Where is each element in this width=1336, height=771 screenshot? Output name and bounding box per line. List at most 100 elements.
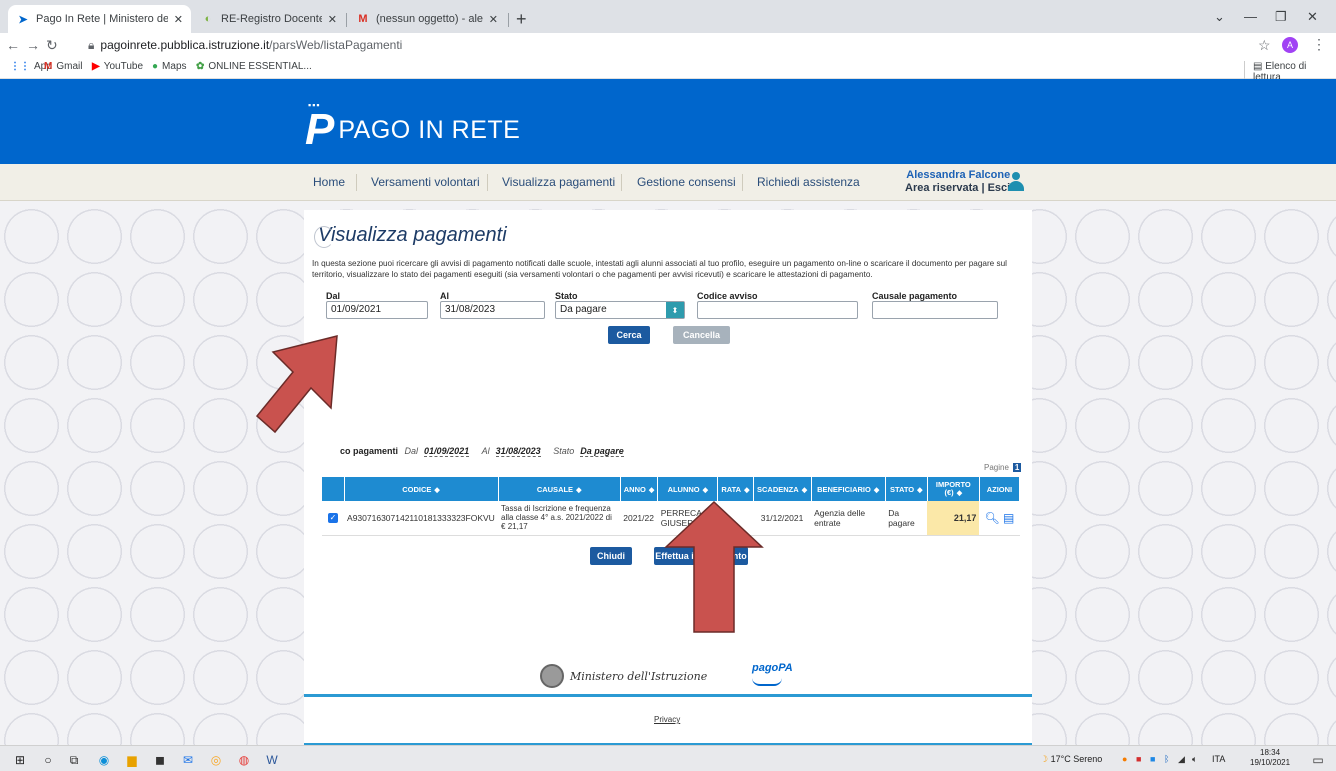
address-bar-row: ← → ↻ 🔒︎ pagoinrete.pubblica.istruzione.i… — [0, 33, 1336, 57]
menu-icon[interactable]: ⋮ — [1312, 36, 1326, 53]
th-alunno[interactable]: ALUNNO ◆ — [657, 477, 719, 501]
document-icon[interactable]: ▤ — [1003, 511, 1014, 525]
edge-icon[interactable]: ◉ — [96, 752, 112, 768]
nav-versamenti-volontari[interactable]: Versamenti volontari — [371, 175, 480, 189]
forward-icon[interactable]: → — [26, 37, 40, 53]
user-icon[interactable] — [1008, 172, 1024, 192]
logo-p-icon: P — [305, 105, 335, 154]
row-checkbox-cell: ✓ — [322, 501, 345, 536]
th-stato[interactable]: STATO ◆ — [885, 477, 928, 501]
bookmark-gmail[interactable]: M Gmail — [44, 61, 82, 72]
user-name[interactable]: Alessandra Falcone — [905, 169, 1010, 182]
nav-visualizza-pagamenti[interactable]: Visualizza pagamenti — [502, 175, 615, 189]
app-icon[interactable]: ◎ — [208, 752, 224, 768]
close-tab-icon[interactable]: ✕ — [489, 13, 498, 26]
filter-dal-value: 01/09/2021 — [424, 446, 470, 457]
word-icon[interactable]: W — [264, 752, 280, 768]
bookmark-label: Maps — [162, 61, 187, 72]
ministero-name: Ministero dell'Istruzione — [570, 669, 708, 683]
row-checkbox[interactable]: ✓ — [328, 513, 339, 524]
bookmark-label: YouTube — [103, 61, 143, 72]
ministero-logo[interactable]: Ministero dell'Istruzione — [540, 664, 707, 688]
th-scadenza[interactable]: SCADENZA ◆ — [753, 477, 812, 501]
tab-separator — [508, 13, 509, 27]
bookmark-label: ONLINE ESSENTIAL... — [208, 61, 312, 72]
network-icon[interactable]: ◢ — [1178, 754, 1185, 765]
volume-icon[interactable]: 🔈︎ — [1192, 754, 1197, 765]
bookmark-star-icon[interactable]: ☆ — [1258, 37, 1271, 54]
close-tab-icon[interactable]: ✕ — [174, 13, 183, 26]
bookmark-online-essential[interactable]: ✿ ONLINE ESSENTIAL... — [196, 61, 312, 72]
back-icon[interactable]: ← — [6, 37, 20, 53]
tab-search-icon[interactable]: ⌄ — [1214, 9, 1225, 25]
privacy-link[interactable]: Privacy — [654, 715, 680, 724]
th-anno[interactable]: ANNO ◆ — [620, 477, 659, 501]
pagopa-logo[interactable]: pagoPA — [752, 662, 793, 674]
notifications-icon[interactable]: ▭ — [1310, 752, 1326, 768]
search-button[interactable]: Cerca — [608, 326, 650, 344]
search-circle-icon[interactable]: ○ — [40, 752, 56, 768]
bluetooth-icon[interactable]: ᛒ — [1164, 754, 1169, 764]
chrome-icon[interactable]: ◍ — [236, 752, 252, 768]
pagoinrete-logo[interactable]: ▪▪▪ P PAGO IN RETE — [305, 100, 520, 154]
minimize-icon[interactable]: — — [1244, 9, 1257, 24]
codice-avviso-field[interactable] — [697, 301, 858, 319]
stato-label: Stato — [555, 291, 578, 301]
nav-home[interactable]: Home — [313, 175, 345, 189]
causale-pagamento-field[interactable] — [872, 301, 998, 319]
nav-gestione-consensi[interactable]: Gestione consensi — [637, 175, 736, 189]
tray-app-icon-2[interactable]: ■ — [1136, 754, 1141, 764]
th-importo[interactable]: IMPORTO (€) ◆ — [927, 477, 980, 501]
cancel-button[interactable]: Cancella — [673, 326, 730, 344]
user-links[interactable]: Area riservata | Esci — [905, 182, 1010, 195]
dal-field[interactable]: 01/09/2021 — [326, 301, 428, 319]
title-circle-decoration — [314, 226, 334, 248]
clock[interactable]: 18:34 19/10/2021 — [1250, 748, 1290, 768]
task-view-icon[interactable]: ⧉ — [66, 752, 82, 768]
search-icon[interactable]: 🔍︎ — [984, 511, 999, 525]
al-field[interactable]: 31/08/2023 — [440, 301, 545, 319]
tab-title: (nessun oggetto) - alessandra.fal — [376, 13, 483, 25]
browser-tab-registro[interactable]: ◐ RE-Registro Docente Programma ✕ — [193, 5, 345, 33]
user-icon-head — [1012, 172, 1020, 180]
apps-grid-icon: ⋮⋮ — [10, 61, 30, 72]
restore-icon[interactable]: ❐ — [1275, 9, 1287, 25]
store-icon[interactable]: ◼ — [152, 752, 168, 768]
profile-avatar[interactable]: A — [1282, 37, 1298, 53]
reload-icon[interactable]: ↻ — [46, 37, 58, 54]
mail-icon[interactable]: ✉ — [180, 752, 196, 768]
th-beneficiario[interactable]: BENEFICIARIO ◆ — [811, 477, 886, 501]
tray-app-icon[interactable]: ● — [1122, 754, 1127, 764]
th-codice[interactable]: CODICE ◆ — [344, 477, 499, 501]
new-tab-icon[interactable]: + — [516, 9, 527, 30]
table-header-row: CODICE ◆ CAUSALE ◆ ANNO ◆ ALUNNO ◆ RATA ◆ SCA… — [322, 477, 1021, 501]
filter-al-label: Al — [481, 446, 490, 456]
file-explorer-icon[interactable]: ▆ — [124, 752, 140, 768]
browser-tab-pagoinrete[interactable]: ➤ Pago In Rete | Ministero dell'Istru ✕ — [8, 5, 191, 33]
th-azioni: AZIONI — [979, 477, 1021, 501]
lock-icon: 🔒︎ — [88, 38, 95, 52]
close-button[interactable]: Chiudi — [590, 547, 632, 565]
th-causale[interactable]: CAUSALE ◆ — [498, 477, 621, 501]
bookmark-maps[interactable]: ● Maps — [152, 61, 187, 72]
close-window-icon[interactable]: ✕ — [1307, 9, 1318, 25]
th-select — [322, 477, 345, 501]
browser-tab-gmail[interactable]: M (nessun oggetto) - alessandra.fal ✕ — [348, 5, 506, 33]
maps-pin-icon: ● — [152, 61, 159, 72]
stato-select[interactable]: Da pagare ⬍ — [555, 301, 685, 319]
dal-value: 01/09/2021 — [331, 304, 382, 315]
intro-text: In questa sezione puoi ricercare gli avv… — [312, 259, 1007, 279]
cell-codice: A930716307142110181333323FOKVU — [344, 501, 499, 536]
tray-app-icon-3[interactable]: ■ — [1150, 754, 1155, 764]
bookmark-youtube[interactable]: ▶ YouTube — [92, 61, 143, 72]
th-rata[interactable]: RATA ◆ — [717, 477, 754, 501]
windows-start-icon[interactable]: ⊞ — [12, 752, 28, 768]
nav-separator — [621, 174, 622, 191]
sort-icon: ◆ — [576, 486, 582, 494]
close-tab-icon[interactable]: ✕ — [328, 13, 337, 26]
language-indicator[interactable]: ITA — [1212, 754, 1225, 764]
weather-widget[interactable]: ☽ 17°C Sereno — [1040, 754, 1102, 765]
nav-richiedi-assistenza[interactable]: Richiedi assistenza — [757, 175, 860, 189]
url-field[interactable]: 🔒︎ pagoinrete.pubblica.istruzione.it/pars… — [88, 38, 402, 53]
page-number[interactable]: 1 — [1012, 463, 1022, 472]
